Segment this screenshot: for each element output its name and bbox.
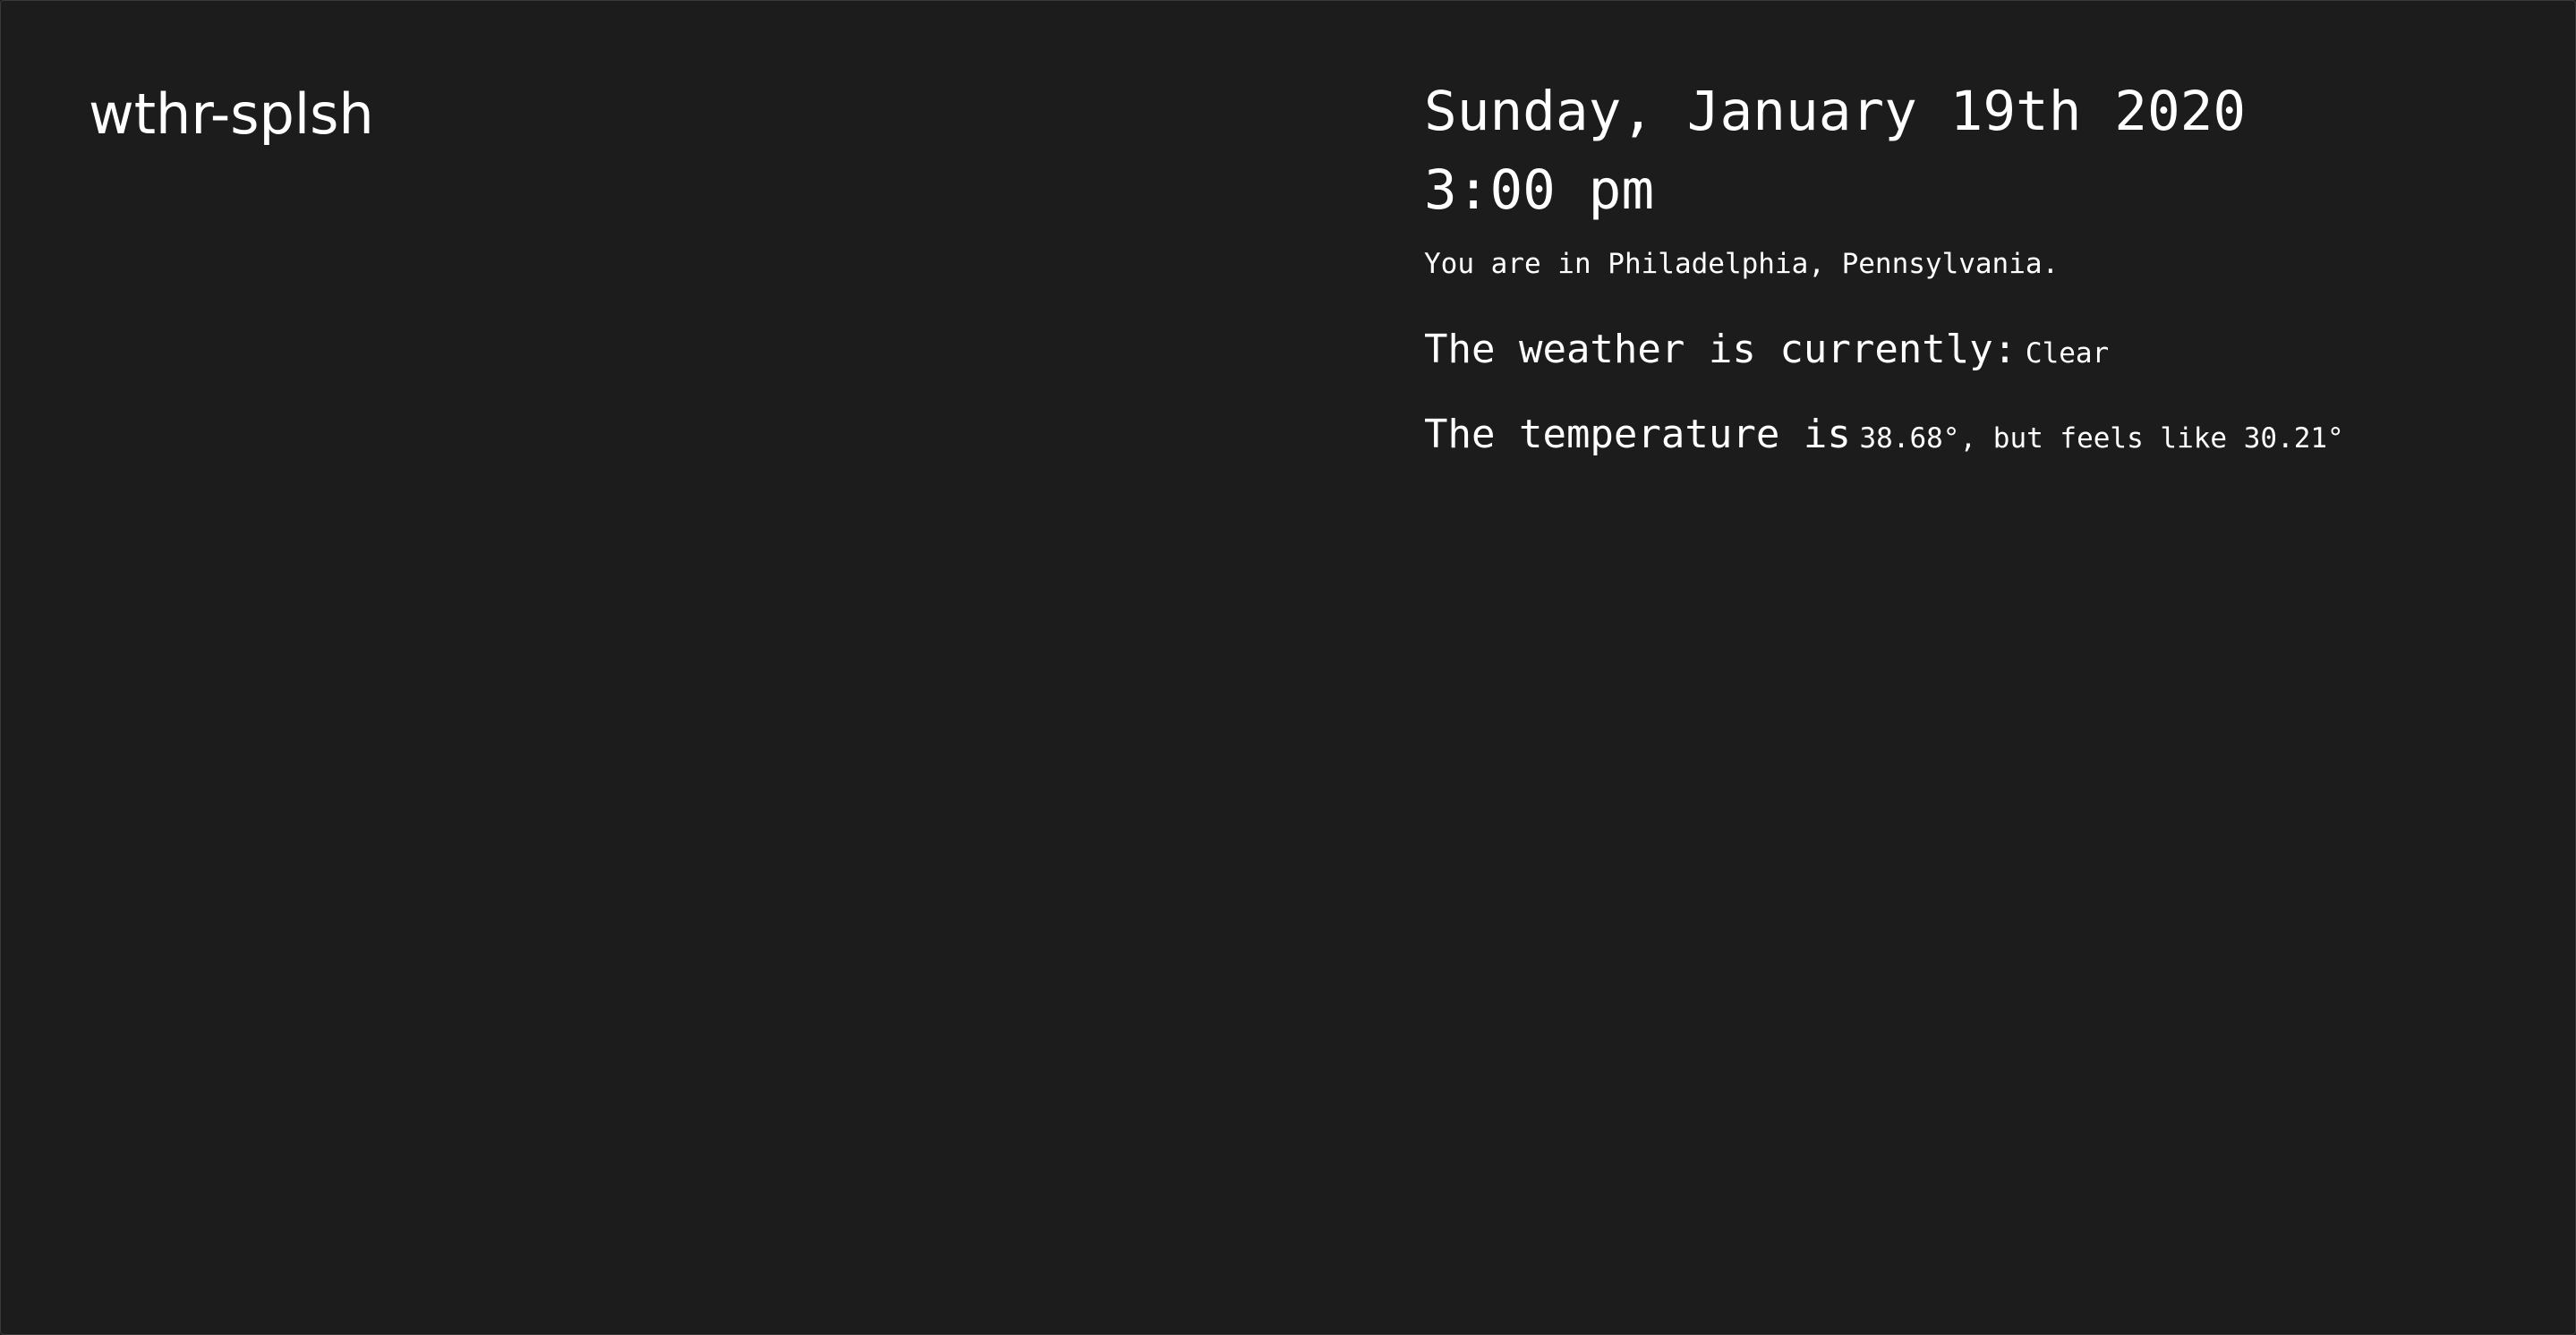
- app-logo: wthr-splsh: [89, 81, 374, 147]
- temperature-label: The temperature is: [1424, 412, 1851, 457]
- location-text: You are in Philadelphia, Pennsylvania.: [1424, 248, 2060, 280]
- weather-info-panel: Sunday, January 19th 2020 3:00 pm You ar…: [1424, 76, 2344, 470]
- weather-line: The weather is currently: Clear: [1424, 323, 2344, 385]
- weather-label: The weather is currently:: [1424, 327, 2017, 372]
- current-date: Sunday, January 19th 2020: [1424, 80, 2247, 143]
- temperature-line: The temperature is 38.68°, but feels lik…: [1424, 408, 2344, 470]
- current-time: 3:00 pm: [1424, 158, 1655, 222]
- temperature-value: 38.68°, but feels like 30.21°: [1859, 422, 2344, 455]
- weather-value: Clear: [2025, 337, 2110, 370]
- app-window: wthr-splsh Sunday, January 19th 2020 3:0…: [0, 0, 2576, 1335]
